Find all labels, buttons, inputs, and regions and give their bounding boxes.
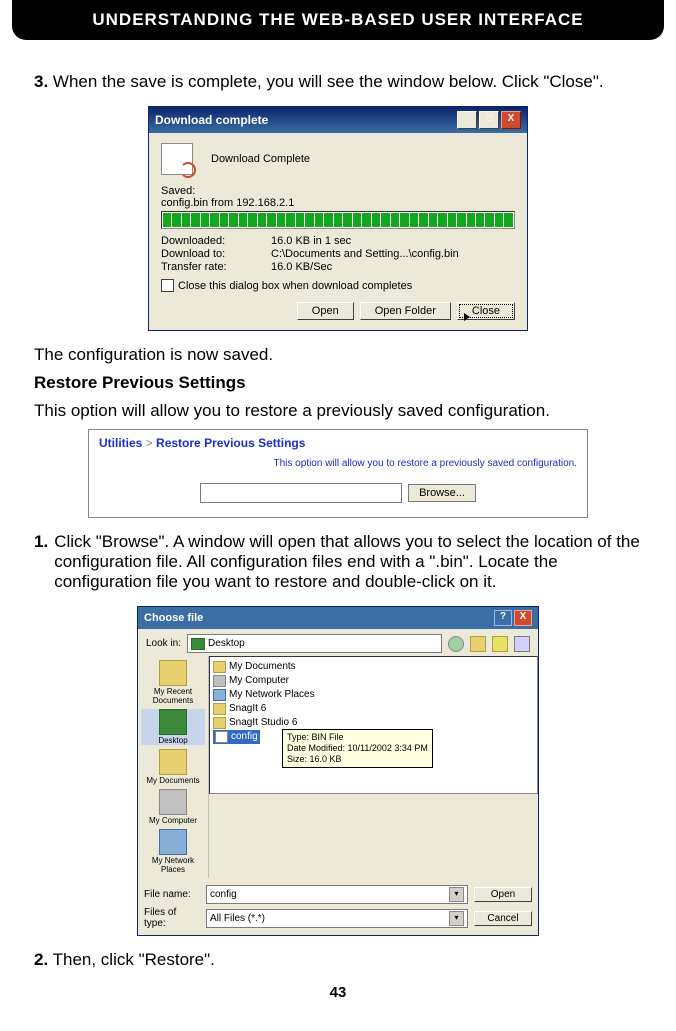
desktop-icon [191, 638, 205, 650]
list-item-selected[interactable]: config [213, 730, 260, 744]
views-icon[interactable] [514, 636, 530, 652]
maximize-icon[interactable]: □ [479, 111, 499, 129]
rate-value: 16.0 KB/Sec [271, 261, 515, 273]
place-mynetwork[interactable]: My Network Places [141, 829, 205, 874]
new-folder-icon[interactable] [492, 636, 508, 652]
config-saved-text: The configuration is now saved. [34, 345, 642, 365]
choose-file-titlebar[interactable]: Choose file ? X [138, 607, 538, 629]
place-mycomputer[interactable]: My Computer [141, 789, 205, 825]
crumb-utilities[interactable]: Utilities [99, 436, 142, 450]
close-button[interactable]: Close [457, 302, 515, 320]
restore-file-input[interactable] [200, 483, 402, 503]
filename-input[interactable]: config ▾ [206, 885, 468, 904]
download-icon [161, 143, 193, 175]
step-1-text: Click "Browse". A window will open that … [54, 532, 642, 592]
list-item[interactable]: My Documents [213, 660, 534, 674]
browse-button[interactable]: Browse... [408, 484, 476, 502]
crumb-separator: > [146, 436, 153, 450]
places-bar: My Recent Documents Desktop My Documents… [138, 656, 209, 878]
dialog-title-text: Download complete [155, 113, 268, 127]
step-3-number: 3. [34, 72, 48, 91]
file-tooltip: Type: BIN File Date Modified: 10/11/2002… [282, 729, 433, 768]
lookin-combo[interactable]: Desktop [187, 634, 442, 653]
dialog-titlebar[interactable]: Download complete _ □ X [149, 107, 527, 133]
place-desktop[interactable]: Desktop [141, 709, 205, 745]
filetype-value: All Files (*.*) [210, 913, 265, 924]
filename-value: config [210, 889, 237, 900]
page-number: 43 [34, 984, 642, 1001]
lookin-value: Desktop [208, 638, 245, 649]
up-folder-icon[interactable] [470, 636, 486, 652]
panel-description: This option will allow you to restore a … [99, 458, 577, 469]
crumb-restore: Restore Previous Settings [156, 436, 305, 450]
cancel-button[interactable]: Cancel [474, 911, 532, 926]
downloaded-label: Downloaded: [161, 235, 271, 247]
downloadto-label: Download to: [161, 248, 271, 260]
step-1-number: 1. [34, 532, 48, 592]
restore-desc: This option will allow you to restore a … [34, 401, 642, 421]
open-button[interactable]: Open [474, 887, 532, 902]
step-3: 3. When the save is complete, you will s… [34, 72, 642, 92]
step-3-text: When the save is complete, you will see … [53, 72, 604, 91]
minimize-icon[interactable]: _ [457, 111, 477, 129]
place-recent[interactable]: My Recent Documents [141, 660, 205, 705]
close-on-complete-label: Close this dialog box when download comp… [178, 280, 412, 292]
list-item[interactable]: My Computer [213, 674, 534, 688]
help-icon[interactable]: ? [494, 610, 512, 626]
lookin-label: Look in: [146, 638, 181, 649]
step-2: 2. Then, click "Restore". [34, 950, 642, 970]
back-icon[interactable] [448, 636, 464, 652]
filetype-combo[interactable]: All Files (*.*) ▾ [206, 909, 468, 928]
close-icon[interactable]: X [514, 610, 532, 626]
list-item[interactable]: SnagIt 6 [213, 702, 534, 716]
downloadto-value: C:\Documents and Setting...\config.bin [271, 248, 515, 260]
breadcrumb: Utilities > Restore Previous Settings [99, 436, 577, 450]
step-2-number: 2. [34, 950, 48, 969]
chevron-down-icon[interactable]: ▾ [449, 887, 464, 902]
page-header: UNDERSTANDING THE WEB-BASED USER INTERFA… [12, 0, 664, 40]
list-item[interactable]: SnagIt Studio 6 [213, 716, 534, 730]
restore-settings-panel: Utilities > Restore Previous Settings Th… [88, 429, 588, 518]
step-2-text: Then, click "Restore". [53, 950, 215, 969]
saved-label: Saved: [161, 185, 515, 197]
filetype-label: Files of type: [144, 907, 200, 929]
download-complete-dialog: Download complete _ □ X Download Complet… [148, 106, 528, 331]
place-mydocs[interactable]: My Documents [141, 749, 205, 785]
downloaded-value: 16.0 KB in 1 sec [271, 235, 515, 247]
choose-file-title-text: Choose file [144, 612, 203, 624]
choose-file-dialog: Choose file ? X Look in: Desktop [137, 606, 539, 936]
close-on-complete-checkbox[interactable] [161, 279, 174, 292]
filename-label: File name: [144, 889, 200, 900]
progress-bar [161, 211, 515, 229]
close-icon[interactable]: X [501, 111, 521, 129]
restore-heading: Restore Previous Settings [34, 373, 642, 393]
open-button[interactable]: Open [297, 302, 354, 320]
open-folder-button[interactable]: Open Folder [360, 302, 451, 320]
file-list-pane[interactable]: My Documents My Computer My Network Plac… [209, 656, 538, 794]
download-heading: Download Complete [211, 153, 310, 165]
rate-label: Transfer rate: [161, 261, 271, 273]
chevron-down-icon[interactable]: ▾ [449, 911, 464, 926]
list-item[interactable]: My Network Places [213, 688, 534, 702]
saved-file-text: config.bin from 192.168.2.1 [161, 197, 515, 209]
